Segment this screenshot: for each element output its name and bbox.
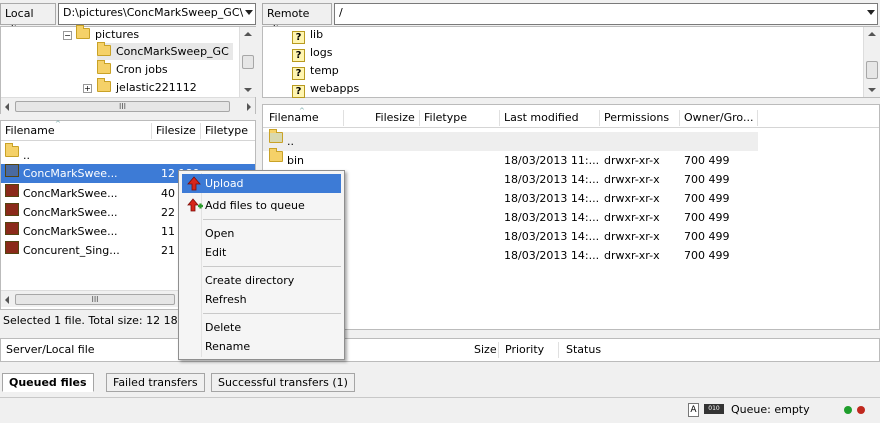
chevron-down-icon[interactable] <box>245 10 253 15</box>
queue-status-text: Queue: empty <box>731 403 810 416</box>
col-size[interactable]: Size <box>474 343 497 356</box>
folder-icon <box>76 25 90 39</box>
menu-item-open[interactable]: Open <box>182 224 341 243</box>
text-mode-icon[interactable]: A <box>688 403 699 417</box>
image-file-icon <box>5 241 19 254</box>
remote-site-label: Remote site: <box>262 3 332 36</box>
list-item[interactable]: 18/03/2013 14:... drwxr-xr-x 700 499 <box>263 246 879 265</box>
folder-icon <box>97 42 111 56</box>
remote-tree-vscroll[interactable] <box>863 27 880 97</box>
local-site-label: Local site: <box>0 3 56 36</box>
unknown-folder-icon: ? <box>292 67 305 80</box>
queue-list: Server/Local file Size Priority Status <box>0 338 880 362</box>
tree-item-logs[interactable]: ? logs <box>292 44 333 62</box>
tree-item-lib[interactable]: ? lib <box>292 26 323 44</box>
tree-item-cron-jobs[interactable]: Cron jobs <box>97 60 168 78</box>
local-status-text: Selected 1 file. Total size: 12 180 by <box>3 314 202 327</box>
menu-item-add-to-queue[interactable]: Add files to queue <box>182 196 341 215</box>
remote-tree: ? lib ? logs ? temp ? webapps <box>262 26 880 98</box>
led-red-icon <box>857 406 865 414</box>
menu-item-upload[interactable]: Upload <box>182 174 341 193</box>
col-priority[interactable]: Priority <box>505 343 544 356</box>
unknown-folder-icon: ? <box>292 31 305 44</box>
folder-icon <box>269 148 283 162</box>
col-server-local-file[interactable]: Server/Local file <box>6 343 95 356</box>
image-file-icon <box>5 164 19 177</box>
upload-arrow-icon <box>187 176 201 197</box>
col-filesize[interactable]: Filesize <box>156 121 196 141</box>
local-path-value: D:\pictures\ConcMarkSweep_GC\ <box>63 6 244 19</box>
unknown-folder-icon: ? <box>292 85 305 98</box>
folder-icon <box>5 143 19 157</box>
tree-item-jelastic[interactable]: + jelastic221112 <box>83 78 197 96</box>
col-status[interactable]: Status <box>566 343 601 356</box>
remote-list-header: Filename ^ Filesize Filetype Last modifi… <box>263 107 879 128</box>
image-file-icon <box>5 222 19 235</box>
unknown-folder-icon: ? <box>292 49 305 62</box>
folder-icon <box>97 60 111 74</box>
col-owner-group[interactable]: Owner/Gro... <box>684 108 753 128</box>
image-file-icon <box>5 203 19 216</box>
list-item[interactable]: .. <box>263 129 758 151</box>
tab-successful-transfers[interactable]: Successful transfers (1) <box>211 373 355 392</box>
tree-item-pictures[interactable]: − pictures <box>63 25 139 43</box>
local-tree-vscroll[interactable] <box>239 27 256 97</box>
list-item[interactable]: 18/03/2013 14:... drwxr-xr-x 700 499 <box>263 170 879 189</box>
list-item[interactable]: bin 18/03/2013 11:... drwxr-xr-x 700 499 <box>263 148 879 170</box>
col-filetype[interactable]: Filetype <box>424 108 467 128</box>
local-path-combo[interactable]: D:\pictures\ConcMarkSweep_GC\ <box>58 3 256 25</box>
context-menu: Upload Add files to queue Open Edit Crea… <box>178 170 345 360</box>
local-tree-hscroll[interactable]: III <box>1 97 255 114</box>
image-file-icon <box>5 184 19 197</box>
list-item[interactable]: .. <box>1 143 255 165</box>
tab-failed-transfers[interactable]: Failed transfers <box>106 373 205 392</box>
binary-mode-icon[interactable]: 010 <box>704 404 724 414</box>
col-filesize[interactable]: Filesize <box>375 108 415 128</box>
menu-item-rename[interactable]: Rename <box>182 337 341 356</box>
chevron-down-icon[interactable] <box>867 10 875 15</box>
sort-asc-icon: ^ <box>299 107 305 115</box>
tree-item-temp[interactable]: ? temp <box>292 62 339 80</box>
tab-queued-files[interactable]: Queued files <box>2 373 94 392</box>
sort-asc-icon: ^ <box>55 120 61 128</box>
list-item[interactable]: 18/03/2013 14:... drwxr-xr-x 700 499 <box>263 227 879 246</box>
menu-item-refresh[interactable]: Refresh <box>182 290 341 309</box>
col-last-modified[interactable]: Last modified <box>504 108 579 128</box>
col-filetype[interactable]: Filetype <box>205 121 248 141</box>
local-list-header: Filename ^ Filesize Filetype <box>1 120 255 141</box>
remote-file-list: Filename ^ Filesize Filetype Last modifi… <box>262 104 880 330</box>
add-to-queue-icon <box>187 198 203 219</box>
tree-item-concmarksweep[interactable]: ConcMarkSweep_GC <box>97 42 233 60</box>
col-filename[interactable]: Filename <box>5 121 55 141</box>
list-item[interactable]: 18/03/2013 14:... drwxr-xr-x 700 499 <box>263 189 879 208</box>
menu-item-create-directory[interactable]: Create directory <box>182 271 341 290</box>
led-green-icon <box>844 406 852 414</box>
local-tree: − pictures ConcMarkSweep_GC Cron jobs + je… <box>0 25 256 114</box>
menu-item-delete[interactable]: Delete <box>182 318 341 337</box>
menu-item-edit[interactable]: Edit <box>182 243 341 262</box>
col-filename[interactable]: Filename <box>269 108 319 128</box>
folder-icon <box>269 129 283 143</box>
status-bar: A 010 Queue: empty <box>0 397 880 423</box>
remote-path-combo[interactable]: / <box>334 3 878 25</box>
folder-icon <box>97 78 111 92</box>
col-permissions[interactable]: Permissions <box>604 108 669 128</box>
list-item[interactable]: 18/03/2013 14:... drwxr-xr-x 700 499 <box>263 208 879 227</box>
tree-item-webapps[interactable]: ? webapps <box>292 80 359 98</box>
remote-path-value: / <box>339 6 343 19</box>
